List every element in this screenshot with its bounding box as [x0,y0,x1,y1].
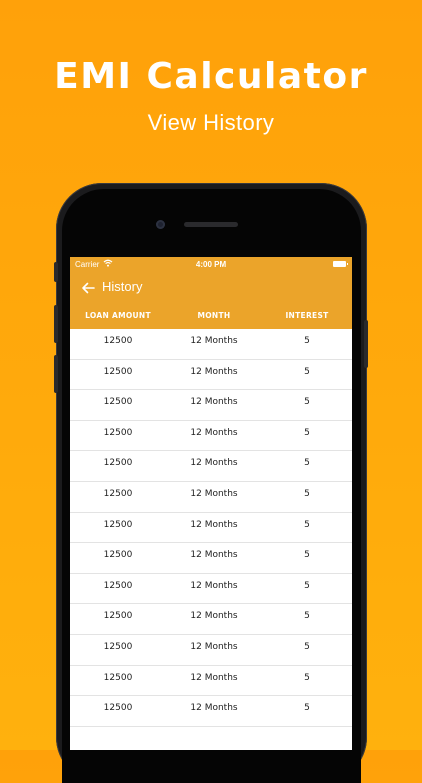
column-header-loan-amount: LOAN AMOUNT [85,311,151,320]
promo-subtitle: View History [147,110,275,135]
column-header-interest: INTEREST [285,311,329,320]
month-cell: 12 Months [190,397,238,408]
month-cell: 12 Months [190,580,238,591]
table-row[interactable]: 12500 12 Months 5 [70,635,352,666]
table-row[interactable]: 12500 12 Months 5 [70,421,352,452]
promo-title: EMI Calculator [54,56,368,97]
back-arrow-icon[interactable] [80,280,96,294]
history-table: 12500 12 Months 5 12500 12 Months 5 12500 12 … [70,329,352,727]
interest-cell: 5 [304,611,310,622]
month-cell: 12 Months [190,641,238,652]
table-row[interactable]: 12500 12 Months 5 [70,513,352,544]
phone-volume-up-button [54,305,58,343]
loan-amount-cell: 12500 [103,397,133,408]
front-camera [156,220,165,229]
table-row[interactable]: 12500 12 Months 5 [70,390,352,421]
loan-amount-cell: 12500 [103,366,133,377]
phone-power-button [364,320,368,368]
month-cell: 12 Months [190,519,238,530]
month-cell: 12 Months [190,611,238,622]
loan-amount-cell: 12500 [103,458,133,469]
table-row[interactable]: 12500 12 Months 5 [70,329,352,360]
column-header-month: MONTH [197,311,231,320]
table-row[interactable]: 12500 12 Months 5 [70,360,352,391]
month-cell: 12 Months [190,427,238,438]
month-cell: 12 Months [190,336,238,346]
loan-amount-cell: 12500 [103,488,133,499]
phone-side-button [54,262,58,282]
battery-icon [333,261,348,267]
interest-cell: 5 [304,519,310,530]
page-title: History [102,279,143,294]
status-time: 4:00 PM [195,260,227,269]
table-row[interactable]: 12500 12 Months 5 [70,666,352,697]
month-cell: 12 Months [190,550,238,561]
interest-cell: 5 [304,458,310,469]
table-row[interactable]: 12500 12 Months 5 [70,604,352,635]
month-cell: 12 Months [190,458,238,469]
interest-cell: 5 [304,641,310,652]
loan-amount-cell: 12500 [103,641,133,652]
interest-cell: 5 [304,580,310,591]
interest-cell: 5 [304,703,310,714]
loan-amount-cell: 12500 [103,703,133,714]
table-row[interactable]: 12500 12 Months 5 [70,482,352,513]
month-cell: 12 Months [190,488,238,499]
table-row[interactable]: 12500 12 Months 5 [70,543,352,574]
table-row[interactable]: 12500 12 Months 5 [70,451,352,482]
status-bar: Carrier 4:00 PM [70,257,352,273]
month-cell: 12 Months [190,672,238,683]
interest-cell: 5 [304,366,310,377]
month-cell: 12 Months [190,366,238,377]
loan-amount-cell: 12500 [103,336,133,346]
interest-cell: 5 [304,550,310,561]
loan-amount-cell: 12500 [103,550,133,561]
interest-cell: 5 [304,488,310,499]
loan-amount-cell: 12500 [103,427,133,438]
interest-cell: 5 [304,427,310,438]
app-screen: Carrier 4:00 PM History LOAN AMOUNT MONT… [70,257,352,750]
month-cell: 12 Months [190,703,238,714]
table-row[interactable]: 12500 12 Months 5 [70,696,352,727]
table-row[interactable]: 12500 12 Months 5 [70,574,352,605]
loan-amount-cell: 12500 [103,519,133,530]
app-header: History LOAN AMOUNT MONTH INTEREST [70,273,352,329]
loan-amount-cell: 12500 [103,611,133,622]
earpiece-speaker [184,222,238,227]
loan-amount-cell: 12500 [103,580,133,591]
interest-cell: 5 [304,397,310,408]
interest-cell: 5 [304,672,310,683]
loan-amount-cell: 12500 [103,672,133,683]
interest-cell: 5 [304,336,310,346]
phone-volume-down-button [54,355,58,393]
